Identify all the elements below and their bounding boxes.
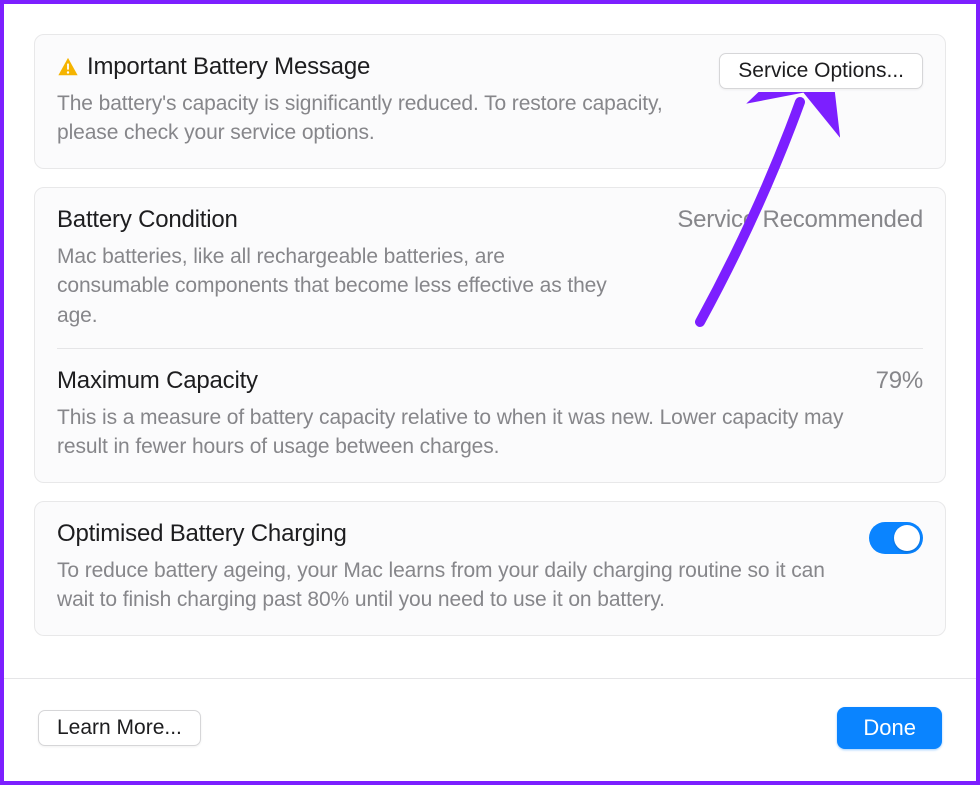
important-battery-message-card: Important Battery Message The battery's … [34,34,946,169]
done-button[interactable]: Done [837,707,942,749]
battery-details-card: Battery Condition Mac batteries, like al… [34,187,946,483]
learn-more-button[interactable]: Learn More... [38,710,201,746]
battery-condition-description: Mac batteries, like all rechargeable bat… [57,242,617,330]
optimised-charging-description: To reduce battery ageing, your Mac learn… [57,556,849,615]
maximum-capacity-title: Maximum Capacity [57,367,856,395]
warning-title: Important Battery Message [87,53,370,81]
warning-triangle-icon [57,56,79,78]
battery-condition-title: Battery Condition [57,206,657,234]
maximum-capacity-value: 79% [876,367,923,395]
battery-condition-status: Service Recommended [677,206,923,234]
optimised-charging-toggle[interactable] [869,522,923,554]
service-options-button[interactable]: Service Options... [719,53,923,89]
optimised-charging-card: Optimised Battery Charging To reduce bat… [34,501,946,636]
warning-description: The battery's capacity is significantly … [57,89,699,148]
warning-title-row: Important Battery Message [57,53,699,81]
dialog-footer: Learn More... Done [4,678,976,781]
optimised-charging-title: Optimised Battery Charging [57,520,849,548]
maximum-capacity-description: This is a measure of battery capacity re… [57,403,856,462]
